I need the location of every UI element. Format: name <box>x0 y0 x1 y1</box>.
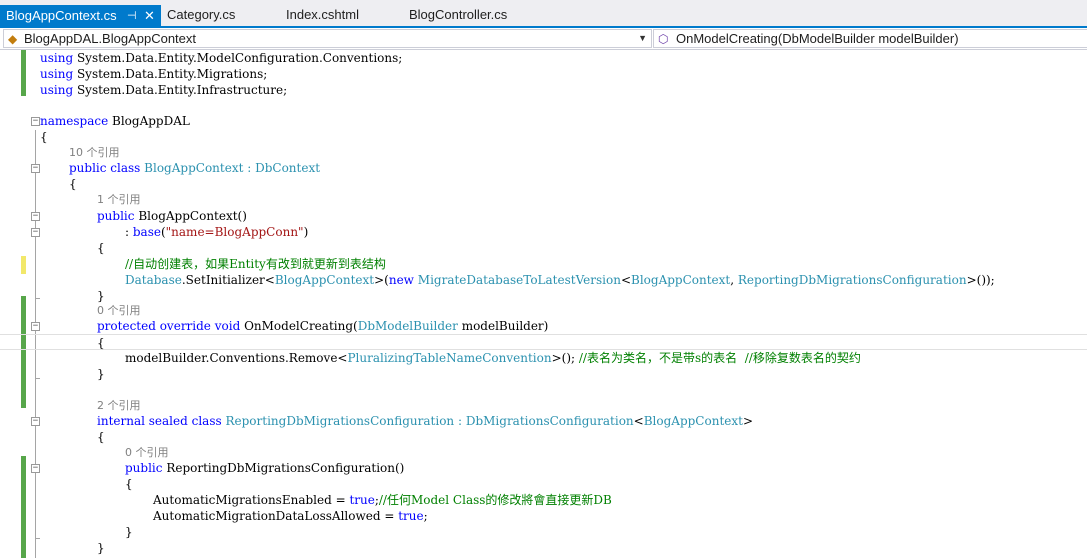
code-line: } <box>97 541 105 555</box>
chevron-down-icon: ▼ <box>638 33 647 43</box>
pin-icon[interactable]: ⊣ <box>127 5 137 27</box>
code-line: { <box>125 477 133 491</box>
code-line: } <box>97 367 105 381</box>
tab-index[interactable]: Index.cshtml <box>286 4 359 26</box>
code-line: modelBuilder.Conventions.Remove<Pluraliz… <box>125 351 861 365</box>
codelens-reference[interactable]: 10 个引用 <box>0 145 1087 161</box>
code-line: } <box>97 289 105 303</box>
method-icon: ⬡ <box>658 32 669 46</box>
code-line: protected override void OnModelCreating(… <box>97 319 549 333</box>
class-icon: ◆ <box>8 32 18 46</box>
navigation-bar: ◆ BlogAppDAL.BlogAppContext ▼ ⬡ OnModelC… <box>0 28 1087 50</box>
member-dropdown[interactable]: ⬡ OnModelCreating(DbModelBuilder modelBu… <box>653 29 1087 48</box>
tab-blogcontroller[interactable]: BlogController.cs <box>409 4 507 26</box>
current-line: { <box>0 334 1087 350</box>
tab-category[interactable]: Category.cs <box>167 4 235 26</box>
code-line: using System.Data.Entity.Infrastructure; <box>40 83 288 97</box>
code-line: } <box>125 525 133 539</box>
code-line: AutomaticMigrationsEnabled = true;//任何Mo… <box>153 493 612 507</box>
codelens-reference[interactable]: 2 个引用 <box>0 398 1087 414</box>
document-tab-bar: BlogAppContext.cs ⊣ ✕ Category.cs Index.… <box>0 0 1087 28</box>
code-line: public class BlogAppContext : DbContext <box>69 161 321 175</box>
codelens-reference[interactable]: 0 个引用 <box>0 445 1087 461</box>
code-line: internal sealed class ReportingDbMigrati… <box>97 414 754 428</box>
tab-blogappcontext[interactable]: BlogAppContext.cs ⊣ ✕ <box>0 5 161 26</box>
code-line: namespace BlogAppDAL <box>40 114 190 128</box>
member-dropdown-value: OnModelCreating(DbModelBuilder modelBuil… <box>676 31 959 46</box>
code-line: using System.Data.Entity.Migrations; <box>40 67 268 81</box>
code-editor[interactable]: − − − − − − − using System.Data.Entity.M… <box>0 50 1087 558</box>
code-line: { <box>97 241 105 255</box>
tab-label: BlogAppContext.cs <box>6 8 117 23</box>
code-line: //自动创建表，如果Entity有改到就更新到表结构 <box>125 257 386 271</box>
codelens-reference[interactable]: 1 个引用 <box>0 192 1087 208</box>
close-icon[interactable]: ✕ <box>144 5 155 27</box>
code-line: AutomaticMigrationDataLossAllowed = true… <box>153 509 428 523</box>
code-line: using System.Data.Entity.ModelConfigurat… <box>40 51 403 65</box>
code-line: { <box>97 430 105 444</box>
codelens-reference[interactable]: 0 个引用 <box>0 303 1087 319</box>
code-line: Database.SetInitializer<BlogAppContext>(… <box>125 273 995 287</box>
type-dropdown[interactable]: ◆ BlogAppDAL.BlogAppContext ▼ <box>3 29 652 48</box>
code-line: public BlogAppContext() <box>97 209 247 223</box>
type-dropdown-value: BlogAppDAL.BlogAppContext <box>24 31 197 46</box>
code-line: public ReportingDbMigrationsConfiguratio… <box>125 461 405 475</box>
code-line: { <box>40 130 48 144</box>
code-line: : base("name=BlogAppConn") <box>125 225 309 239</box>
code-line: { <box>69 177 77 191</box>
